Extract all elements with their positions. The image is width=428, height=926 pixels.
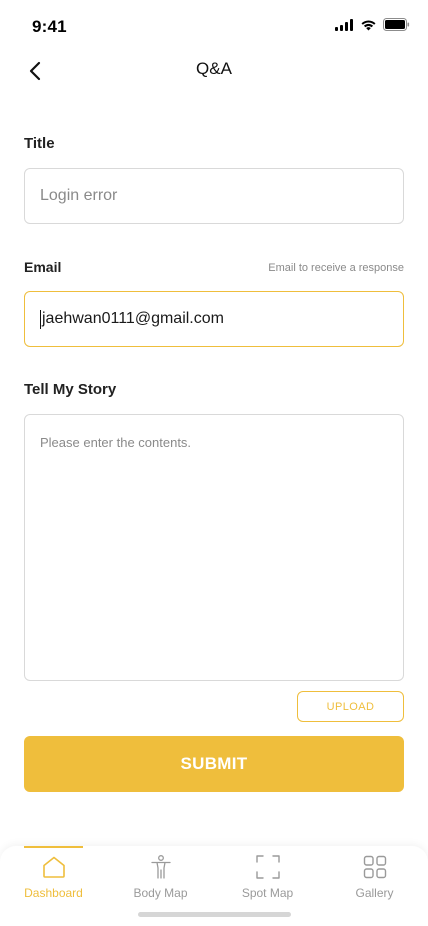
body-icon	[150, 855, 171, 879]
status-bar: 9:41	[0, 0, 428, 50]
title-input[interactable]: Login error	[24, 168, 404, 224]
text-caret	[40, 309, 41, 329]
cellular-signal-icon	[335, 18, 353, 31]
scan-frame-icon	[255, 855, 280, 879]
header: Q&A	[0, 50, 428, 90]
tab-dashboard-label: Dashboard	[24, 886, 83, 900]
title-input-value: Login error	[40, 187, 118, 204]
upload-button[interactable]: UPLOAD	[297, 691, 404, 722]
qa-screen: 9:41 Q&A Title Login error Email Email t…	[0, 0, 428, 926]
page-title: Q&A	[196, 59, 232, 78]
submit-button[interactable]: SUBMIT	[24, 736, 404, 792]
story-label: Tell My Story	[24, 381, 117, 398]
home-icon	[42, 856, 65, 878]
story-placeholder: Please enter the contents.	[40, 435, 192, 450]
tab-dashboard[interactable]: Dashboard	[0, 846, 107, 906]
title-label: Title	[24, 135, 55, 152]
tab-gallery[interactable]: Gallery	[321, 846, 428, 906]
tab-gallery-label: Gallery	[355, 886, 394, 900]
email-label: Email	[24, 259, 62, 275]
battery-icon	[383, 18, 410, 31]
story-textarea[interactable]: Please enter the contents.	[24, 414, 404, 681]
email-input[interactable]: jaehwan0111@gmail.com	[24, 291, 404, 347]
tab-spot-map-label: Spot Map	[241, 886, 294, 900]
email-hint: Email to receive a response	[268, 262, 404, 274]
status-time: 9:41	[32, 17, 67, 36]
home-indicator	[138, 912, 291, 917]
status-icons	[335, 18, 410, 31]
tab-body-map-label: Body Map	[133, 886, 188, 900]
tab-body-map[interactable]: Body Map	[107, 846, 214, 906]
wifi-icon	[361, 20, 376, 30]
grid-icon	[363, 855, 386, 879]
tab-spot-map[interactable]: Spot Map	[214, 846, 321, 906]
email-input-value: jaehwan0111@gmail.com	[42, 310, 224, 327]
